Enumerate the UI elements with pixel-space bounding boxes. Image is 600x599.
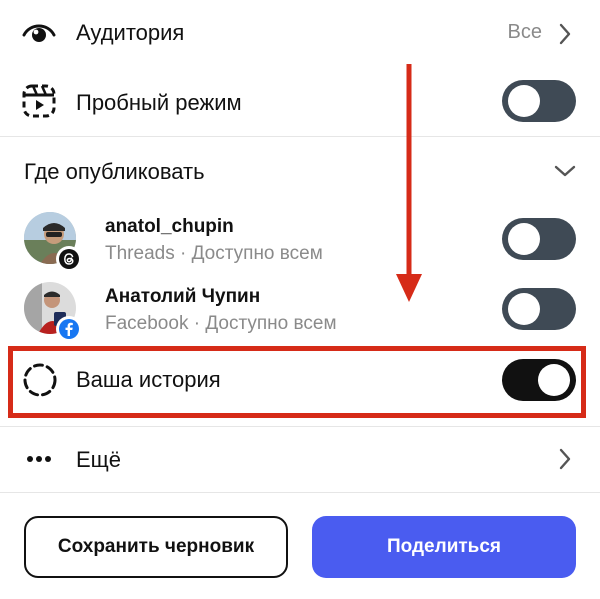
trial-mode-toggle[interactable] bbox=[502, 80, 576, 122]
more-dots-icon bbox=[27, 456, 51, 462]
divider bbox=[0, 136, 600, 137]
reels-icon bbox=[22, 84, 56, 118]
trial-mode-row: Пробный режим bbox=[0, 78, 600, 126]
audience-label: Аудитория bbox=[76, 20, 185, 45]
account-subtitle: Facebook · Доступно всем bbox=[105, 313, 337, 334]
more-row[interactable]: Ещё bbox=[0, 436, 600, 482]
account-row-threads: anatol_chupin Threads · Доступно всем bbox=[0, 208, 600, 272]
chevron-right-icon bbox=[559, 23, 571, 45]
annotation-arrow bbox=[396, 64, 422, 302]
chevron-right-icon bbox=[559, 448, 571, 470]
publish-heading: Где опубликовать bbox=[24, 159, 205, 184]
threads-icon bbox=[59, 249, 79, 269]
account-name: Анатолий Чупин bbox=[105, 286, 261, 307]
save-draft-button[interactable]: Сохранить черновик bbox=[24, 516, 288, 578]
facebook-icon bbox=[59, 319, 79, 339]
account-subtitle: Threads · Доступно всем bbox=[105, 243, 323, 264]
publish-section-header[interactable]: Где опубликовать bbox=[0, 150, 600, 192]
toggle-knob bbox=[508, 223, 540, 255]
account-name: anatol_chupin bbox=[105, 216, 234, 237]
eye-icon bbox=[22, 24, 56, 42]
threads-toggle[interactable] bbox=[502, 218, 576, 260]
toggle-knob bbox=[508, 85, 540, 117]
more-label: Ещё bbox=[76, 447, 122, 472]
facebook-badge bbox=[56, 316, 82, 342]
audience-value: Все bbox=[507, 21, 542, 43]
share-button[interactable]: Поделиться bbox=[312, 516, 576, 578]
highlight-frame bbox=[8, 346, 586, 418]
divider bbox=[0, 492, 600, 493]
facebook-toggle[interactable] bbox=[502, 288, 576, 330]
toggle-knob bbox=[508, 293, 540, 325]
audience-row[interactable]: Аудитория Все bbox=[0, 10, 600, 56]
trial-mode-label: Пробный режим bbox=[76, 90, 242, 115]
divider bbox=[0, 426, 600, 427]
threads-badge bbox=[56, 246, 82, 272]
account-row-facebook: Анатолий Чупин Facebook · Доступно всем bbox=[0, 278, 600, 342]
chevron-down-icon bbox=[554, 165, 576, 177]
